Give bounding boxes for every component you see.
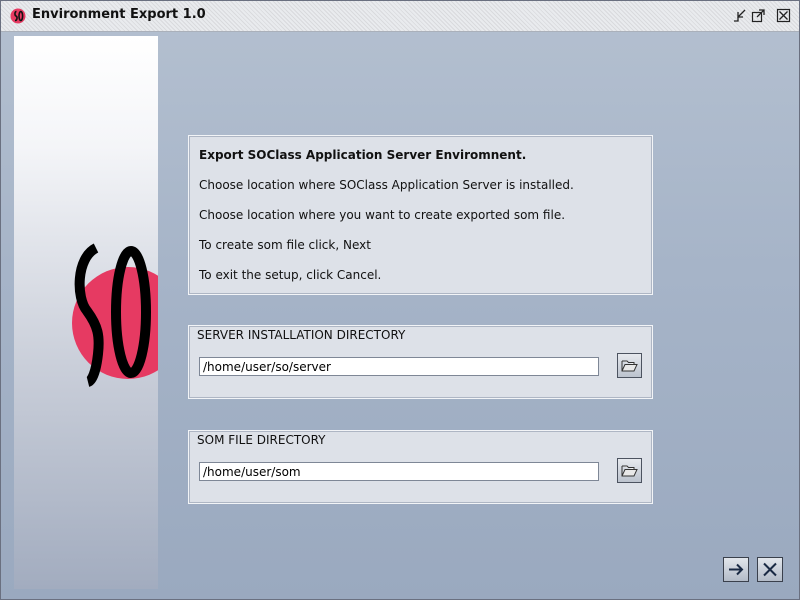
app-window: Environment Export 1.0 Export SOClass Ap… (0, 0, 800, 600)
branding-panel (14, 36, 158, 589)
instruction-line-1: Choose location where SOClass Applicatio… (199, 178, 574, 192)
folder-open-icon (621, 360, 638, 372)
folder-open-icon (621, 465, 638, 477)
server-directory-input[interactable] (199, 357, 599, 376)
instruction-line-4: To exit the setup, click Cancel. (199, 268, 382, 282)
server-directory-label: SERVER INSTALLATION DIRECTORY (197, 328, 406, 342)
maximize-icon[interactable] (751, 8, 766, 23)
cancel-button[interactable] (757, 557, 783, 582)
window-title: Environment Export 1.0 (32, 7, 206, 22)
so-app-icon (10, 8, 26, 24)
instructions-panel: Export SOClass Application Server Enviro… (188, 135, 653, 295)
instruction-line-2: Choose location where you want to create… (199, 208, 566, 222)
next-button[interactable] (723, 557, 749, 582)
server-directory-browse-button[interactable] (617, 353, 642, 378)
som-directory-input[interactable] (199, 462, 599, 481)
so-logo (72, 243, 158, 387)
title-bar[interactable]: Environment Export 1.0 (1, 1, 799, 32)
som-directory-group: SOM FILE DIRECTORY (188, 430, 653, 504)
som-directory-label: SOM FILE DIRECTORY (197, 433, 326, 447)
som-directory-browse-button[interactable] (617, 458, 642, 483)
minimize-icon[interactable] (732, 8, 747, 23)
instruction-line-3: To create som file click, Next (199, 238, 371, 252)
server-directory-group: SERVER INSTALLATION DIRECTORY (188, 325, 653, 399)
arrow-right-icon (729, 563, 744, 576)
instructions-title: Export SOClass Application Server Enviro… (199, 148, 527, 162)
close-icon[interactable] (776, 8, 791, 23)
close-x-icon (763, 562, 777, 577)
